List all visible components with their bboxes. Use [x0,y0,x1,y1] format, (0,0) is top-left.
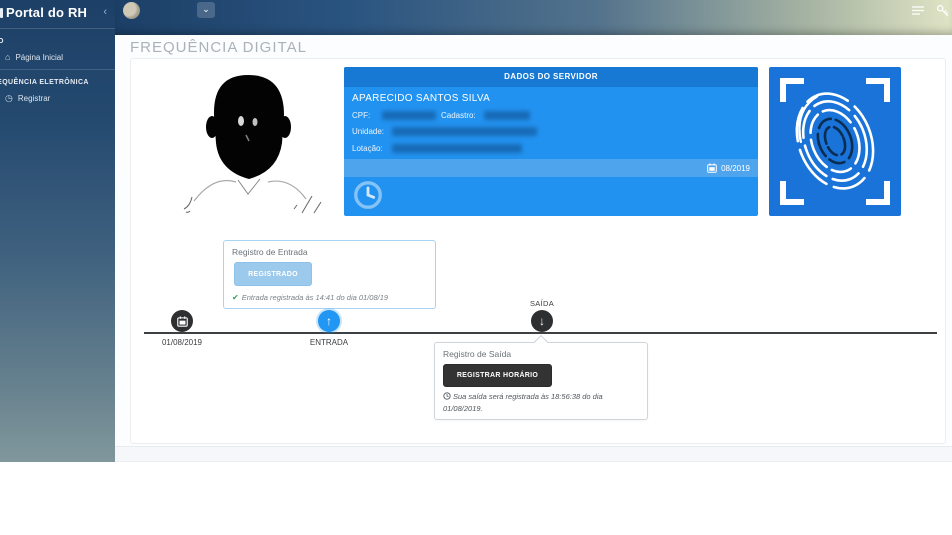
main-content: FREQUÊNCIA DIGITAL [115,35,952,462]
sidebar-item-label: Página Inicial [15,53,63,62]
fingerprint-scanner [769,67,901,216]
entrada-marker[interactable]: ↑ [318,310,340,332]
servidor-panel-title: DADOS DO SERVIDOR [344,67,758,87]
calendar-icon [177,316,188,327]
app-window: ⌄ Portal do RH ‹ INÍCIO ⌂ Página Inicial… [0,0,952,535]
employee-photo [156,67,341,216]
registro-saida-box: Registro de Saída REGISTRAR HORÁRIO Sua … [434,342,648,420]
sidebar-section-frequencia: FREQUÊNCIA ELETRÔNICA [0,79,115,86]
home-icon: ⌂ [5,52,10,62]
entrada-note-text: Entrada registrada às 14:41 do dia 01/08… [242,293,388,302]
cadastro-label: Cadastro: [441,111,476,120]
sidebar-section-inicio: INÍCIO [0,38,115,45]
registrar-horario-button[interactable]: REGISTRAR HORÁRIO [443,364,552,387]
frequencia-card: DADOS DO SERVIDOR APARECIDO SANTOS SILVA… [130,58,946,444]
registro-entrada-box: Registro de Entrada REGISTRADO ✔Entrada … [223,240,436,309]
fingerprint-icon [769,67,901,216]
sidebar-header: Portal do RH ‹ [0,0,115,28]
user-avatar[interactable] [123,2,140,19]
footer-strip [115,446,952,462]
saida-marker[interactable]: ↓ [531,310,553,332]
clock-icon: ◷ [5,93,13,104]
clock-icon [352,179,384,211]
unidade-value-redacted [392,127,537,136]
sidebar-item-label: Registrar [18,94,50,103]
timeline-date-marker[interactable] [171,310,193,332]
page-title: FREQUÊNCIA DIGITAL [130,39,307,56]
divider [0,69,115,70]
divider [0,28,115,29]
sidebar-item-pagina-inicial[interactable]: ⌂ Página Inicial [0,45,115,69]
saida-note: Sua saída será registrada às 18:56:38 do… [443,391,639,414]
servidor-panel: DADOS DO SERVIDOR APARECIDO SANTOS SILVA… [344,67,758,216]
sidebar-item-registrar[interactable]: ◷ Registrar [0,86,115,111]
arrow-up-icon: ↑ [326,315,332,327]
calendar-icon [707,163,717,173]
lotacao-label: Lotação: [352,144,383,153]
clock-icon [443,392,451,400]
month-row: 08/2019 [344,159,758,177]
registro-entrada-title: Registro de Entrada [232,247,308,257]
saida-label: SAÍDA [509,299,575,308]
cadastro-value-redacted [484,111,530,120]
unidade-label: Unidade: [352,127,384,136]
caret-up-icon [534,335,548,349]
servidor-name: APARECIDO SANTOS SILVA [352,93,490,104]
sidebar: Portal do RH ‹ INÍCIO ⌂ Página Inicial F… [0,0,115,462]
cpf-value-redacted [382,111,436,120]
entrada-note: ✔Entrada registrada às 14:41 do dia 01/0… [232,293,388,302]
user-menu-dropdown[interactable]: ⌄ [197,2,215,18]
lotacao-value-redacted [392,144,522,153]
registrado-button[interactable]: REGISTRADO [234,262,312,286]
key-icon[interactable] [936,4,950,17]
chevron-down-icon: ⌄ [202,4,210,14]
arrow-down-icon: ↓ [539,315,545,327]
timeline-date-label: 01/08/2019 [149,338,215,347]
sidebar-title[interactable]: Portal do RH [6,5,87,20]
sidebar-collapse-button[interactable]: ‹ [103,6,107,18]
logo-fragment [0,8,3,18]
entrada-label: ENTRADA [296,338,362,347]
check-icon: ✔ [232,293,239,302]
list-icon[interactable] [911,4,925,17]
top-navbar: ⌄ [115,0,952,35]
saida-note-text: Sua saída será registrada às 18:56:38 do… [443,392,603,413]
month-value: 08/2019 [721,164,750,173]
cpf-label: CPF: [352,111,370,120]
registro-saida-title: Registro de Saída [443,349,511,359]
